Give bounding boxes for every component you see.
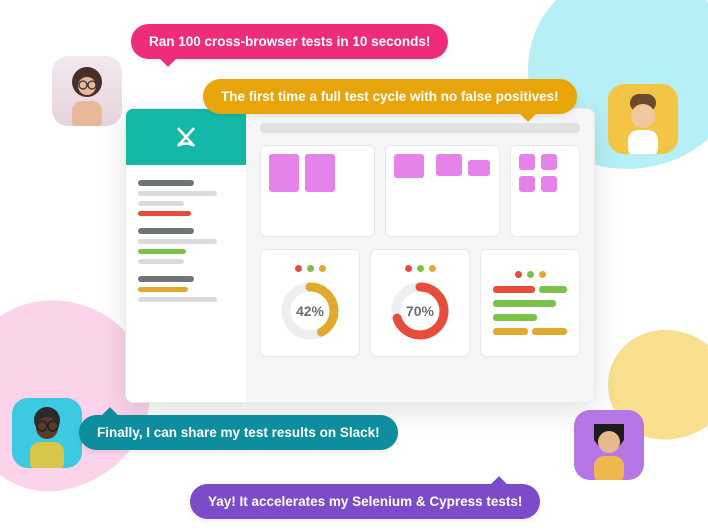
dot-green-icon (307, 265, 314, 272)
thumb (519, 176, 535, 192)
testimonial-text: Ran 100 cross-browser tests in 10 second… (149, 34, 430, 49)
status-dots (515, 271, 546, 278)
thumb (541, 176, 557, 192)
bar-seg (532, 328, 567, 335)
nav-header (138, 228, 194, 234)
logo-icon (173, 124, 199, 150)
brand-tile (126, 109, 246, 165)
nav-item (138, 239, 217, 244)
dot-red-icon (405, 265, 412, 272)
dot-red-icon (295, 265, 302, 272)
nav-item (138, 259, 184, 264)
testimonial-bubble-4: Yay! It accelerates my Selenium & Cypres… (190, 484, 540, 519)
metric-donut-card: 70% (370, 249, 470, 357)
dashboard-preview: 42% 70% (125, 108, 595, 403)
testimonial-text: Yay! It accelerates my Selenium & Cypres… (208, 494, 522, 509)
donut-chart: 70% (389, 280, 451, 342)
dashboard-main: 42% 70% (246, 109, 594, 402)
bubble-tail (158, 47, 178, 67)
thumb (436, 154, 462, 176)
status-dots (295, 265, 326, 272)
bar (493, 286, 567, 293)
dot-amber-icon (539, 271, 546, 278)
sidebar (126, 109, 246, 402)
dot-amber-icon (319, 265, 326, 272)
dot-amber-icon (429, 265, 436, 272)
bar-seg (493, 328, 528, 335)
testimonial-text: The first time a full test cycle with no… (221, 89, 559, 104)
nav-item (138, 211, 191, 216)
nav-item (138, 191, 217, 196)
nav-item (138, 201, 184, 206)
donut-label: 42% (279, 280, 341, 342)
nav-header (138, 276, 194, 282)
testimonial-bubble-2: The first time a full test cycle with no… (203, 79, 577, 114)
testimonial-bubble-1: Ran 100 cross-browser tests in 10 second… (131, 24, 448, 59)
bar-seg (539, 286, 567, 293)
content-tiles-row (260, 145, 580, 237)
bubble-tail (490, 476, 510, 496)
metrics-row: 42% 70% (260, 249, 580, 357)
donut-label: 70% (389, 280, 451, 342)
tile-card (385, 145, 500, 237)
bar (493, 328, 567, 335)
status-dots (405, 265, 436, 272)
thumb (394, 154, 424, 178)
tile-card (260, 145, 375, 237)
thumb (541, 154, 557, 170)
dot-red-icon (515, 271, 522, 278)
bar (493, 314, 537, 321)
avatar (608, 84, 678, 154)
avatar (574, 410, 644, 480)
avatar (52, 56, 122, 126)
tile-card (510, 145, 580, 237)
metric-donut-card: 42% (260, 249, 360, 357)
metric-bars-card (480, 249, 580, 357)
dot-green-icon (417, 265, 424, 272)
toolbar-placeholder (260, 123, 580, 133)
nav-item (138, 297, 217, 302)
bar-seg (493, 286, 535, 293)
nav-header (138, 180, 194, 186)
sidebar-nav (126, 165, 246, 402)
bar-list (489, 286, 571, 335)
thumb (519, 154, 535, 170)
thumb (305, 154, 335, 192)
donut-chart: 42% (279, 280, 341, 342)
dot-green-icon (527, 271, 534, 278)
nav-item (138, 249, 186, 254)
thumb (468, 160, 490, 176)
nav-item (138, 287, 188, 292)
testimonial-text: Finally, I can share my test results on … (97, 425, 380, 440)
testimonial-bubble-3: Finally, I can share my test results on … (79, 415, 398, 450)
bar (493, 300, 556, 307)
avatar (12, 398, 82, 468)
thumb (269, 154, 299, 192)
